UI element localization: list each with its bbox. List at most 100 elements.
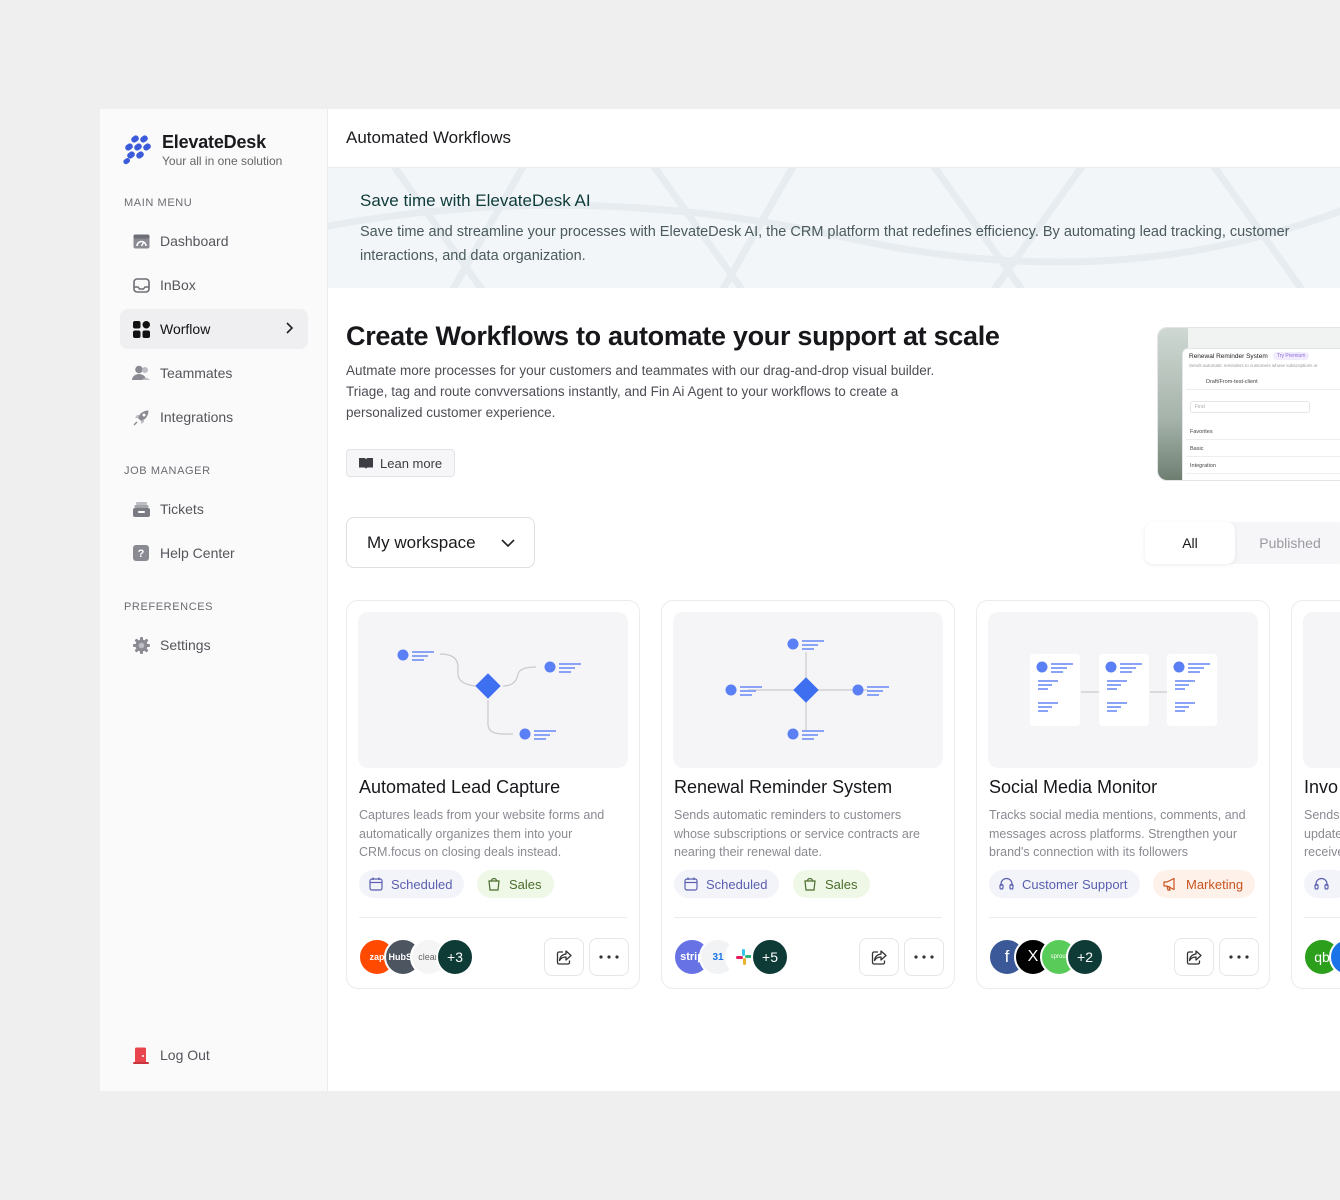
brand[interactable]: ElevateDesk Your all in one solution: [122, 132, 282, 168]
more-options-button[interactable]: [904, 938, 944, 976]
divider: [674, 917, 942, 918]
logout-button[interactable]: Log Out: [120, 1035, 308, 1075]
more-integrations-badge[interactable]: +2: [1066, 938, 1104, 976]
sidebar-item-workflow[interactable]: Worflow: [120, 309, 308, 349]
workflow-diagram: [988, 612, 1258, 768]
learn-more-button[interactable]: Lean more: [346, 449, 456, 477]
tag-scheduled[interactable]: Scheduled: [674, 870, 780, 898]
help-icon: ?: [132, 544, 150, 562]
banner-text: Save time and streamline your processes …: [360, 224, 1290, 264]
card-description: Captures leads from your website forms a…: [359, 808, 605, 859]
tickets-icon: [132, 500, 150, 518]
card-description: Sends update receive: [1304, 808, 1340, 859]
section-main-menu: MAIN MENU: [124, 197, 193, 209]
workflow-card[interactable]: Automated Lead Capture Captures leads fr…: [346, 600, 640, 989]
chevron-down-icon: [501, 539, 515, 548]
card-description: Sends automatic reminders to customers w…: [674, 808, 920, 859]
more-options-button[interactable]: [589, 938, 629, 976]
ai-banner: Save time with ElevateDesk AI Save time …: [328, 168, 1340, 288]
share-icon: [1186, 949, 1202, 965]
shopping-bag-icon: [803, 877, 817, 891]
sidebar-item-teammates[interactable]: Teammates: [120, 353, 308, 393]
tag-customer-support[interactable]: [1304, 870, 1340, 898]
book-icon: [359, 458, 373, 469]
sidebar-item-label: Help Center: [160, 545, 235, 561]
more-options-button[interactable]: [1219, 938, 1259, 976]
logout-door-icon: [132, 1046, 150, 1064]
share-button[interactable]: [1174, 938, 1214, 976]
tag-sales[interactable]: Sales: [793, 870, 870, 898]
tag-sales[interactable]: Sales: [477, 870, 554, 898]
preview-find: Find: [1190, 401, 1310, 413]
more-integrations-badge[interactable]: +5: [751, 938, 789, 976]
tag-label: Sales: [825, 876, 858, 892]
learn-more-label: Lean more: [380, 455, 443, 471]
svg-text:?: ?: [138, 548, 145, 560]
users-icon: [132, 364, 150, 382]
workflow-card[interactable]: Renewal Reminder System Sends automatic …: [661, 600, 955, 989]
workflow-diagram: [358, 612, 628, 768]
preview-row: Basic: [1186, 442, 1340, 457]
card-description: Tracks social media mentions, comments, …: [989, 808, 1246, 859]
preview-panel: Renewal Reminder System Try Premium Send…: [1182, 348, 1340, 480]
logout-label: Log Out: [160, 1047, 210, 1063]
divider: [989, 917, 1257, 918]
tag-label: Sales: [509, 876, 542, 892]
hero-title: Create Workflows to automate your suppor…: [346, 321, 1000, 351]
megaphone-icon: [1163, 877, 1178, 891]
card-title: Social Media Monitor: [989, 777, 1158, 797]
sidebar-item-integrations[interactable]: Integrations: [120, 397, 308, 437]
ellipsis-icon: [1229, 955, 1249, 959]
workflow-card[interactable]: Invo Sends update receive qb s: [1291, 600, 1340, 989]
workspace-value: My workspace: [367, 532, 476, 552]
headset-icon: [1314, 877, 1329, 891]
sidebar-item-tickets[interactable]: Tickets: [120, 489, 308, 529]
card-title: Renewal Reminder System: [674, 777, 893, 797]
share-icon: [556, 949, 572, 965]
hero-text: Autmate more processes for your customer…: [346, 363, 935, 420]
main-content: Automated Workflows Save time with Eleva…: [328, 109, 1340, 1091]
sidebar-item-help-center[interactable]: ? Help Center: [120, 533, 308, 573]
tag-label: Marketing: [1186, 876, 1244, 892]
preview-draft-row: Draft/From-test-client: [1186, 375, 1340, 390]
dashboard-icon: [132, 232, 150, 250]
tag-marketing[interactable]: Marketing: [1153, 870, 1256, 898]
tag-label: Scheduled: [706, 876, 768, 892]
tab-published[interactable]: Published: [1235, 522, 1340, 564]
tag-customer-support[interactable]: Customer Support: [989, 870, 1140, 898]
tab-all[interactable]: All: [1145, 522, 1235, 564]
gear-icon: [132, 636, 150, 654]
page-title: Automated Workflows: [328, 109, 1340, 168]
workflow-card[interactable]: Social Media Monitor Tracks social media…: [976, 600, 1270, 989]
sidebar-item-label: InBox: [160, 277, 196, 293]
filter-tabs: All Published: [1145, 522, 1340, 564]
more-integrations-badge[interactable]: +3: [436, 938, 474, 976]
sidebar-item-label: Settings: [160, 637, 211, 653]
headset-icon: [999, 877, 1014, 891]
sidebar-item-settings[interactable]: Settings: [120, 625, 308, 665]
share-button[interactable]: [544, 938, 584, 976]
workspace-select[interactable]: My workspace: [346, 517, 535, 568]
sidebar-item-inbox[interactable]: InBox: [120, 265, 308, 305]
preview-row: Integration: [1186, 459, 1340, 474]
workflow-diagram: [673, 612, 943, 768]
card-title: Automated Lead Capture: [359, 777, 561, 797]
chevron-right-icon: [286, 322, 294, 334]
inbox-icon: [132, 276, 150, 294]
sidebar-item-dashboard[interactable]: Dashboard: [120, 221, 308, 261]
tag-label: Scheduled: [391, 876, 453, 892]
workflow-preview-image: Renewal Reminder System Try Premium Send…: [1157, 327, 1340, 481]
share-button[interactable]: [859, 938, 899, 976]
section-preferences: PREFERENCES: [124, 601, 214, 613]
preview-subtitle: Sends automatic reminders to customers w…: [1189, 363, 1318, 368]
workflow-grid-icon: [132, 320, 150, 338]
brand-logo-icon: [123, 135, 151, 165]
preview-row: Favorites: [1186, 425, 1340, 440]
preview-badge: Try Premium: [1273, 352, 1310, 360]
tag-scheduled[interactable]: Scheduled: [359, 870, 465, 898]
ellipsis-icon: [914, 955, 934, 959]
sidebar-item-label: Worflow: [160, 321, 211, 337]
rocket-icon: [132, 408, 150, 426]
calendar-icon: [369, 877, 383, 891]
calendar-icon: [684, 877, 698, 891]
